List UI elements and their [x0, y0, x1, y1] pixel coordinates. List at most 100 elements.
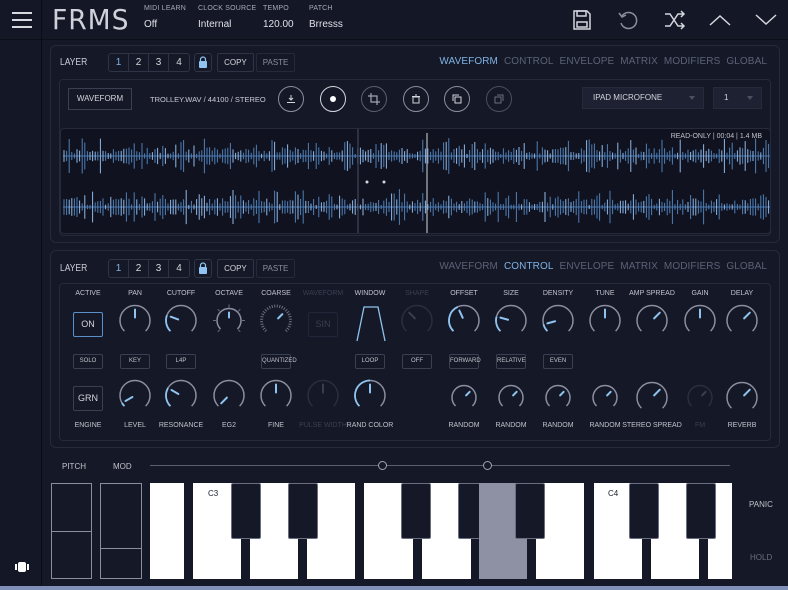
lock-button[interactable]	[194, 258, 213, 278]
filter-type-button[interactable]: L4P	[166, 354, 196, 369]
tune-knob[interactable]	[586, 302, 624, 345]
tab-matrix[interactable]: MATRIX	[620, 261, 658, 272]
key-button[interactable]: KEY	[120, 354, 150, 369]
black-key[interactable]	[401, 483, 431, 539]
eg2-knob[interactable]	[210, 377, 248, 420]
record-button[interactable]	[320, 86, 346, 112]
random-1-knob[interactable]	[448, 382, 480, 419]
paste-button[interactable]: PASTE	[255, 52, 296, 72]
black-key[interactable]	[231, 483, 261, 539]
coarse-knob[interactable]	[259, 304, 293, 343]
range-handle-high[interactable]	[483, 461, 492, 470]
cutoff-knob[interactable]	[162, 302, 200, 345]
undo-icon[interactable]	[616, 8, 640, 32]
tab-control[interactable]: CONTROL	[504, 261, 554, 272]
reverb-knob[interactable]	[723, 379, 761, 422]
fine-knob[interactable]	[257, 377, 295, 420]
tab-global[interactable]: GLOBAL	[726, 261, 767, 272]
quantized-button[interactable]: QUANTIZED	[261, 354, 297, 369]
tempo[interactable]: TEMPO 120.00	[263, 5, 294, 30]
panic-button[interactable]: PANIC	[749, 500, 773, 509]
input-source-dropdown[interactable]: IPAD MICROFONE	[582, 87, 704, 109]
tab-waveform[interactable]: WAVEFORM	[439, 56, 498, 67]
white-key[interactable]	[150, 483, 184, 579]
layer-3-button[interactable]: 3	[149, 259, 170, 277]
black-key[interactable]	[629, 483, 659, 539]
level-knob[interactable]	[116, 377, 154, 420]
delay-knob[interactable]	[723, 302, 761, 345]
hold-button[interactable]: HOLD	[750, 553, 772, 562]
active-toggle[interactable]: ON	[73, 312, 103, 337]
tab-envelope[interactable]: ENVELOPE	[560, 261, 615, 272]
window-shape-display[interactable]	[356, 306, 386, 347]
direction-button[interactable]: FORWARD	[449, 354, 481, 369]
duplicate-button[interactable]	[444, 86, 470, 112]
range-handle-low[interactable]	[378, 461, 387, 470]
tab-matrix[interactable]: MATRIX	[620, 56, 658, 67]
crop-button[interactable]	[361, 86, 387, 112]
black-key[interactable]	[686, 483, 716, 539]
tab-modifiers[interactable]: MODIFIERS	[664, 261, 720, 272]
random-2-knob[interactable]	[495, 382, 527, 419]
shuffle-icon[interactable]	[663, 8, 687, 32]
save-icon[interactable]	[570, 8, 594, 32]
layer-1-button[interactable]: 1	[109, 53, 130, 71]
label-level: LEVEL	[124, 422, 146, 429]
waveform-display[interactable]: READ-ONLY | 00:04 | 1.4 MB	[60, 128, 771, 234]
mod-wheel[interactable]	[100, 483, 142, 579]
black-key[interactable]	[288, 483, 318, 539]
copy-button[interactable]: COPY	[217, 258, 254, 278]
solo-button[interactable]: SOLO	[73, 354, 103, 369]
chevron-up-icon[interactable]	[708, 8, 732, 32]
tab-envelope[interactable]: ENVELOPE	[560, 56, 615, 67]
layer-3-button[interactable]: 3	[149, 53, 170, 71]
rand-color-knob[interactable]	[351, 377, 389, 420]
keyboard-range-slider[interactable]	[150, 465, 730, 466]
octave-knob[interactable]	[213, 304, 245, 342]
layer-2-button[interactable]: 2	[129, 259, 150, 277]
tab-control[interactable]: CONTROL	[504, 56, 554, 67]
waveform-source-button[interactable]: WAVEFORM	[68, 88, 132, 110]
random-3-knob[interactable]	[542, 382, 574, 419]
tab-waveform[interactable]: WAVEFORM	[439, 261, 498, 272]
download-button[interactable]	[278, 86, 304, 112]
lock-button[interactable]	[194, 52, 213, 72]
layer-4-button[interactable]: 4	[169, 54, 189, 71]
paste-button[interactable]: PASTE	[255, 258, 296, 278]
stereo-spread-knob[interactable]	[633, 379, 671, 422]
random-4-knob[interactable]	[589, 382, 621, 419]
layer-1-button[interactable]: 1	[109, 259, 130, 277]
density-mode-button[interactable]: EVEN	[543, 354, 573, 369]
channel-dropdown[interactable]: 1	[713, 87, 762, 109]
label-pan: PAN	[128, 290, 142, 297]
loop-button[interactable]: LOOP	[355, 354, 385, 369]
black-key[interactable]	[515, 483, 545, 539]
layer-2-button[interactable]: 2	[129, 53, 150, 71]
menu-icon[interactable]	[12, 12, 32, 28]
gain-knob[interactable]	[681, 302, 719, 345]
note-label-c3: C3	[208, 489, 219, 498]
offset-knob[interactable]	[445, 302, 483, 345]
clock-source[interactable]: CLOCK SOURCE Internal	[198, 5, 256, 30]
paste-wave-button[interactable]	[486, 86, 512, 112]
resonance-knob[interactable]	[162, 377, 200, 420]
tab-modifiers[interactable]: MODIFIERS	[664, 56, 720, 67]
shape-off-button[interactable]: OFF	[402, 354, 432, 369]
pitch-wheel[interactable]	[51, 483, 92, 579]
label-pulse-width: PULSE WIDTH	[299, 422, 347, 429]
tab-global[interactable]: GLOBAL	[726, 56, 767, 67]
chevron-down-icon[interactable]	[754, 8, 778, 32]
delete-button[interactable]	[403, 86, 429, 112]
waveform-channels	[63, 129, 770, 233]
copy-button[interactable]: COPY	[217, 52, 254, 72]
layer-4-button[interactable]: 4	[169, 260, 189, 277]
patch[interactable]: PATCH Brresss	[309, 5, 343, 30]
engine-button[interactable]: GRN	[73, 386, 103, 411]
midi-learn[interactable]: MIDI LEARN Off	[144, 5, 186, 30]
pan-knob[interactable]	[116, 302, 154, 345]
amp-spread-knob[interactable]	[633, 302, 671, 345]
density-knob[interactable]	[539, 302, 577, 345]
size-knob[interactable]	[492, 302, 530, 345]
size-mode-button[interactable]: RELATIVE	[496, 354, 526, 369]
keyboard-toggle-icon[interactable]	[15, 562, 29, 572]
